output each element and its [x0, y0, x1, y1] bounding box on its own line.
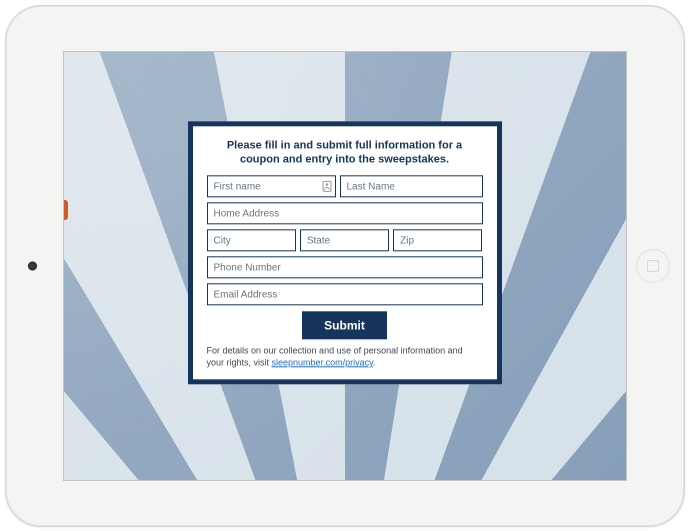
first-name-input[interactable] [207, 176, 336, 198]
privacy-link[interactable]: sleepnumber.com/privacy [272, 357, 373, 367]
edge-badge [63, 200, 68, 220]
email-input[interactable] [207, 284, 483, 306]
address-row [207, 203, 483, 225]
form-card: Please fill in and submit full informati… [188, 121, 502, 384]
legal-text: For details on our collection and use of… [207, 346, 483, 369]
city-state-zip-row [207, 230, 483, 252]
email-row [207, 284, 483, 306]
last-name-input[interactable] [340, 176, 483, 198]
first-name-wrap [207, 176, 336, 198]
camera-icon [28, 261, 37, 270]
screen: Please fill in and submit full informati… [63, 51, 627, 481]
address-input[interactable] [207, 203, 483, 225]
autofill-contact-icon [322, 181, 332, 193]
state-input[interactable] [300, 230, 389, 252]
phone-input[interactable] [207, 257, 483, 279]
zip-input[interactable] [393, 230, 482, 252]
submit-button[interactable]: Submit [302, 312, 387, 340]
name-row [207, 176, 483, 198]
form-heading: Please fill in and submit full informati… [207, 138, 483, 168]
legal-suffix: . [373, 357, 376, 367]
phone-row [207, 257, 483, 279]
home-button[interactable] [636, 249, 670, 283]
tablet-frame: Please fill in and submit full informati… [5, 5, 685, 527]
city-input[interactable] [207, 230, 296, 252]
